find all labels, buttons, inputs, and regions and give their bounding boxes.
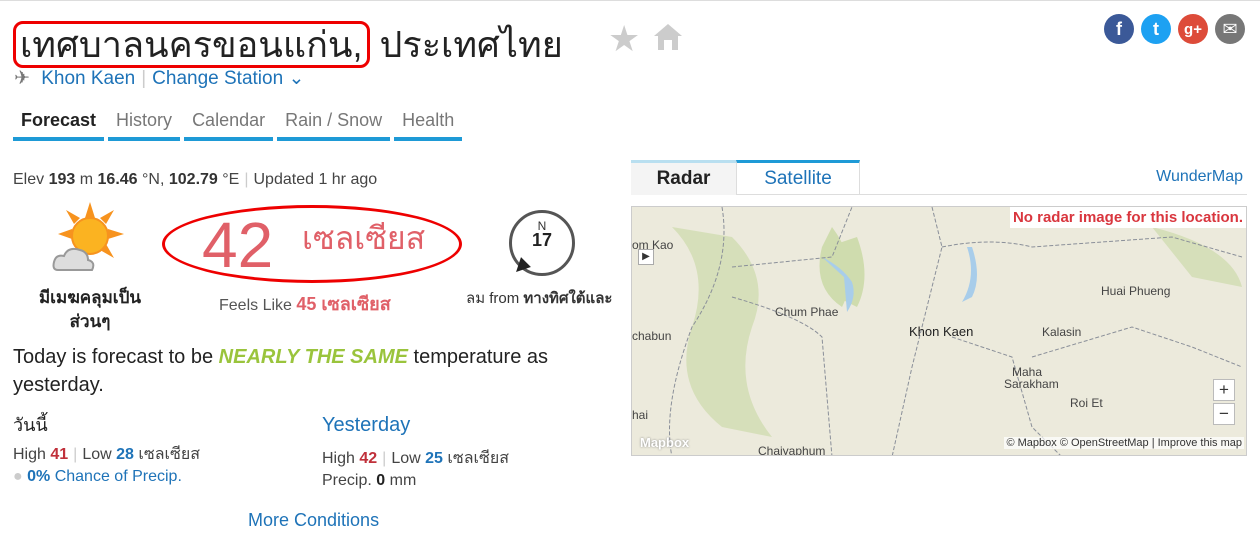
today-temps: High 41 | Low 28 เซลเซียส xyxy=(13,446,200,463)
chevron-down-icon[interactable]: ⌄ xyxy=(288,68,304,89)
yesterday-temps: High 42 | Low 25 เซลเซียส xyxy=(322,450,509,467)
page-title: เทศบาลนครขอนแก่น, ประเทศไทย xyxy=(13,16,563,73)
yesterday-heading: Yesterday xyxy=(322,414,411,436)
station-info: Elev 193 m 16.46 °N, 102.79 °E | Updated 1… xyxy=(13,171,378,188)
more-conditions-link[interactable]: More Conditions xyxy=(248,510,379,531)
yesterday-precip: Precip. 0 mm xyxy=(322,472,417,489)
home-icon[interactable] xyxy=(652,22,684,52)
tab-calendar[interactable]: Calendar xyxy=(184,108,274,141)
mapbox-logo: Mapbox xyxy=(640,435,690,450)
email-icon[interactable]: ✉ xyxy=(1215,14,1245,44)
radar-map[interactable]: ▶ om Kao Chum Phae Khon Kaen Huai Phueng… xyxy=(631,206,1247,456)
station-bar: ✈ Khon Kaen | Change Station ⌄ xyxy=(14,68,305,89)
tab-forecast[interactable]: Forecast xyxy=(13,108,105,141)
facebook-icon[interactable]: f xyxy=(1104,14,1134,44)
temp-unit: เซลเซียส xyxy=(302,220,426,256)
zoom-out-button[interactable]: − xyxy=(1213,403,1235,425)
forecast-summary: Today is forecast to be NEARLY THE SAME … xyxy=(13,346,549,396)
tab-history[interactable]: History xyxy=(108,108,181,141)
raindrop-icon: ● xyxy=(13,468,23,485)
top-divider xyxy=(0,0,1260,4)
map-tabs: Radar Satellite WunderMap xyxy=(631,160,1247,195)
current-temp: 42 xyxy=(202,209,274,281)
station-link[interactable]: Khon Kaen xyxy=(41,68,135,89)
today-precip: ● 0% Chance of Precip. xyxy=(13,468,182,485)
no-radar-notice: No radar image for this location. xyxy=(1009,207,1246,228)
feels-like: Feels Like 45 เซลเซียส xyxy=(219,294,391,314)
wundermap-link[interactable]: WunderMap xyxy=(1156,168,1243,186)
tab-rain-snow[interactable]: Rain / Snow xyxy=(277,108,391,141)
partly-cloudy-icon xyxy=(52,202,124,271)
change-station-button[interactable]: Change Station xyxy=(152,68,283,89)
tab-health[interactable]: Health xyxy=(394,108,463,141)
map-attribution[interactable]: © Mapbox © OpenStreetMap | Improve this … xyxy=(1004,437,1244,449)
star-icon[interactable]: ★ xyxy=(608,18,640,60)
tab-satellite[interactable]: Satellite xyxy=(736,160,860,195)
twitter-icon[interactable]: t xyxy=(1141,14,1171,44)
zoom-in-button[interactable]: + xyxy=(1213,379,1235,401)
condition-text: มีเมฆคลุมเป็นส่วนๆ xyxy=(38,288,142,331)
nav-tabs: Forecast History Calendar Rain / Snow He… xyxy=(13,108,463,141)
tab-radar[interactable]: Radar xyxy=(631,160,736,195)
airplane-icon: ✈ xyxy=(14,68,30,89)
today-heading: วันนี้ xyxy=(13,415,48,435)
google-plus-icon[interactable]: g+ xyxy=(1178,14,1208,44)
wind-text: ลม from ทางทิศใต้และ xyxy=(466,290,613,307)
